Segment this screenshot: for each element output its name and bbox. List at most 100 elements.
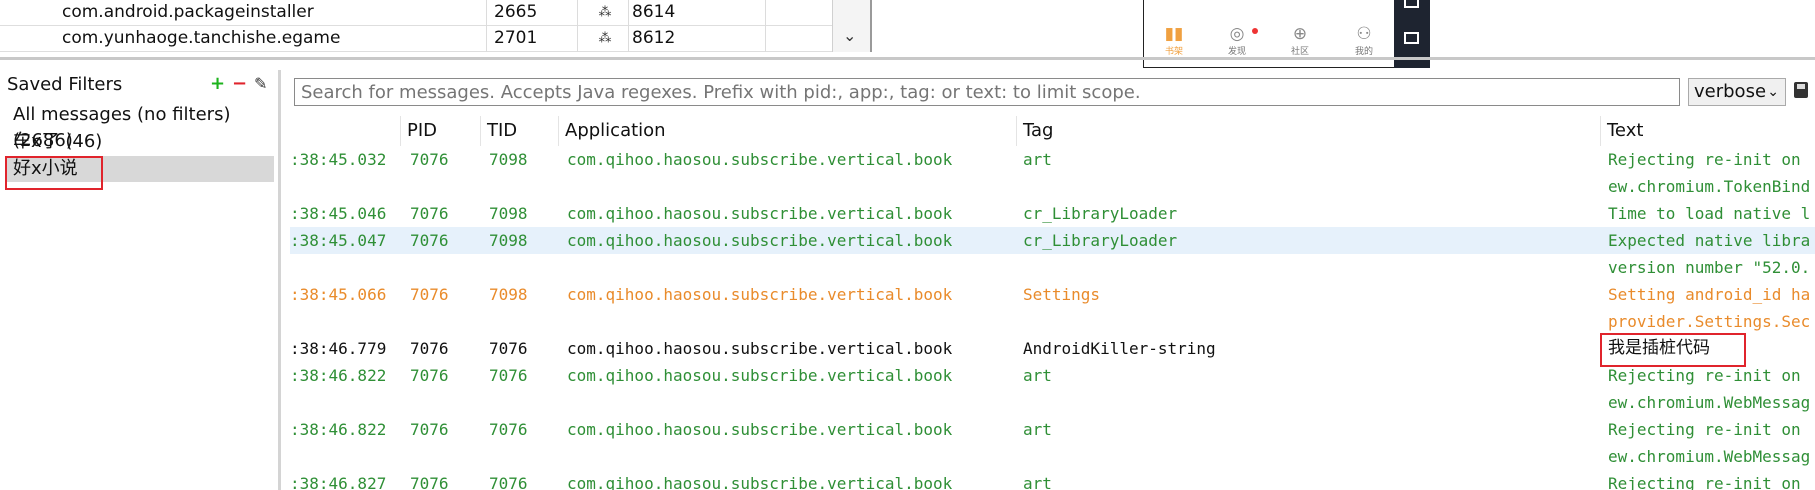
log-row[interactable]: :38:46.779 7076 7076 com.qihoo.haosou.subsc… <box>290 335 1815 362</box>
log-tag <box>1023 173 1583 200</box>
log-tid: 7076 <box>489 339 528 358</box>
log-pid <box>410 308 480 335</box>
log-time <box>290 308 390 335</box>
log-time: :38:45.066 <box>290 285 387 304</box>
log-tid <box>489 173 559 200</box>
log-tid: 7098 <box>489 231 528 250</box>
log-tag: art <box>1023 366 1052 385</box>
log-time <box>290 173 390 200</box>
community-icon: ⊕ <box>1292 24 1308 44</box>
profile-icon: ⚇ <box>1356 24 1372 44</box>
log-tid: 7076 <box>489 474 528 490</box>
filter-item-all[interactable]: All messages (no filters) (2686) <box>6 102 274 151</box>
log-row[interactable]: ew.chromium.TokenBind <box>290 173 1815 200</box>
process-row[interactable]: com.yunhaoge.tanchishe.egame 2701 ⁂ 8612 <box>0 26 850 52</box>
phone-tab-bookshelf[interactable]: ▮▮ 书架 <box>1144 24 1204 57</box>
log-pid: 7076 <box>410 285 449 304</box>
chevron-down-icon: ⌄ <box>1767 84 1779 100</box>
log-application <box>567 254 1017 281</box>
log-application: com.qihoo.haosou.subscribe.vertical.book <box>567 150 953 169</box>
bookshelf-icon: ▮▮ <box>1164 24 1184 44</box>
debug-bug-icon: ⁂ <box>598 31 612 46</box>
column-divider <box>765 0 766 52</box>
log-tag: art <box>1023 420 1052 439</box>
log-time: :38:45.032 <box>290 150 387 169</box>
log-application: com.qihoo.haosou.subscribe.vertical.book <box>567 231 953 250</box>
log-pid <box>410 173 480 200</box>
remove-filter-button[interactable]: − <box>232 74 247 94</box>
process-pid: 2665 <box>494 2 538 22</box>
square-icon[interactable] <box>1404 0 1419 8</box>
phone-tab-profile[interactable]: ⚇ 我的 <box>1334 24 1394 57</box>
log-row[interactable]: :38:45.046 7076 7098 com.qihoo.haosou.subsc… <box>290 200 1815 227</box>
phone-tab-community[interactable]: ⊕ 社区 <box>1270 24 1330 57</box>
process-pid: 2701 <box>494 28 538 48</box>
column-header-application[interactable]: Application <box>558 116 1016 146</box>
log-tag <box>1023 389 1583 416</box>
log-text: Rejecting re-init on <box>1608 474 1801 490</box>
log-tag: cr_LibraryLoader <box>1023 204 1178 223</box>
phone-tab-label: 社区 <box>1290 47 1309 57</box>
compass-icon: ◎ <box>1229 24 1245 44</box>
log-time: :38:46.827 <box>290 474 387 490</box>
log-row[interactable]: :38:45.047 7076 7098 com.qihoo.haosou.subsc… <box>290 227 1815 254</box>
process-row[interactable]: com.android.packageinstaller 2665 ⁂ 8614 <box>0 0 850 26</box>
log-tag: Settings <box>1023 285 1101 304</box>
recent-apps-icon[interactable] <box>1404 32 1419 44</box>
log-text: Time to load native l <box>1608 204 1811 223</box>
log-row[interactable]: version number "52.0. <box>290 254 1815 281</box>
log-tag <box>1023 254 1583 281</box>
debug-bug-icon: ⁂ <box>598 5 612 20</box>
log-tag: cr_LibraryLoader <box>1023 231 1178 250</box>
log-row[interactable]: ew.chromium.WebMessag <box>290 443 1815 470</box>
add-filter-button[interactable]: + <box>210 74 225 94</box>
log-tid: 7098 <box>489 150 528 169</box>
process-port: 8612 <box>632 28 676 48</box>
log-pid <box>410 254 480 281</box>
log-application: com.qihoo.haosou.subscribe.vertical.book <box>567 420 953 439</box>
phone-tab-discover[interactable]: ◎ 发现 <box>1207 24 1267 57</box>
log-text: provider.Settings.Sec <box>1608 312 1811 331</box>
chevron-down-icon[interactable]: ⌄ <box>843 26 856 45</box>
log-level-select[interactable]: verbose ⌄ <box>1688 78 1786 106</box>
log-row[interactable]: provider.Settings.Sec <box>290 308 1815 335</box>
log-pid: 7076 <box>410 204 449 223</box>
log-tid <box>489 443 559 470</box>
log-application <box>567 443 1017 470</box>
log-time <box>290 443 390 470</box>
log-row[interactable]: :38:46.822 7076 7076 com.qihoo.haosou.subsc… <box>290 362 1815 389</box>
log-time <box>290 389 390 416</box>
column-header-tag[interactable]: Tag <box>1016 116 1600 146</box>
log-application: com.qihoo.haosou.subscribe.vertical.book <box>567 366 953 385</box>
search-input[interactable] <box>294 78 1680 106</box>
log-tid: 7098 <box>489 285 528 304</box>
log-application <box>567 389 1017 416</box>
process-name: com.android.packageinstaller <box>62 2 314 22</box>
log-text: version number "52.0. <box>1608 258 1811 277</box>
annotation-box <box>1600 333 1746 367</box>
process-port: 8614 <box>632 2 676 22</box>
log-text: ew.chromium.WebMessag <box>1608 447 1811 466</box>
process-scrollbar[interactable]: ⌄ <box>832 0 871 52</box>
log-tid <box>489 389 559 416</box>
save-icon[interactable] <box>1794 82 1808 98</box>
splitter[interactable] <box>0 57 1815 60</box>
column-header-text[interactable]: Text <box>1600 116 1815 146</box>
edit-filter-icon[interactable]: ✎ <box>254 74 267 94</box>
process-name: com.yunhaoge.tanchishe.egame <box>62 28 341 48</box>
log-row[interactable]: :38:46.822 7076 7076 com.qihoo.haosou.subsc… <box>290 416 1815 443</box>
filter-item[interactable]: 车x了 (46) <box>6 129 274 155</box>
log-row[interactable]: ew.chromium.WebMessag <box>290 389 1815 416</box>
log-time: :38:46.822 <box>290 420 387 439</box>
column-header-tid[interactable]: TID <box>480 116 558 146</box>
log-text: ew.chromium.TokenBind <box>1608 177 1811 196</box>
log-tid: 7076 <box>489 366 528 385</box>
log-row[interactable]: :38:46.827 7076 7076 com.qihoo.haosou.subsc… <box>290 470 1815 490</box>
column-header-pid[interactable]: PID <box>400 116 480 146</box>
log-pid <box>410 443 480 470</box>
log-row[interactable]: :38:45.032 7076 7098 com.qihoo.haosou.subsc… <box>290 146 1815 173</box>
log-tid: 7098 <box>489 204 528 223</box>
log-pid: 7076 <box>410 474 449 490</box>
log-row[interactable]: :38:45.066 7076 7098 com.qihoo.haosou.subsc… <box>290 281 1815 308</box>
log-text: Expected native libra <box>1608 231 1811 250</box>
